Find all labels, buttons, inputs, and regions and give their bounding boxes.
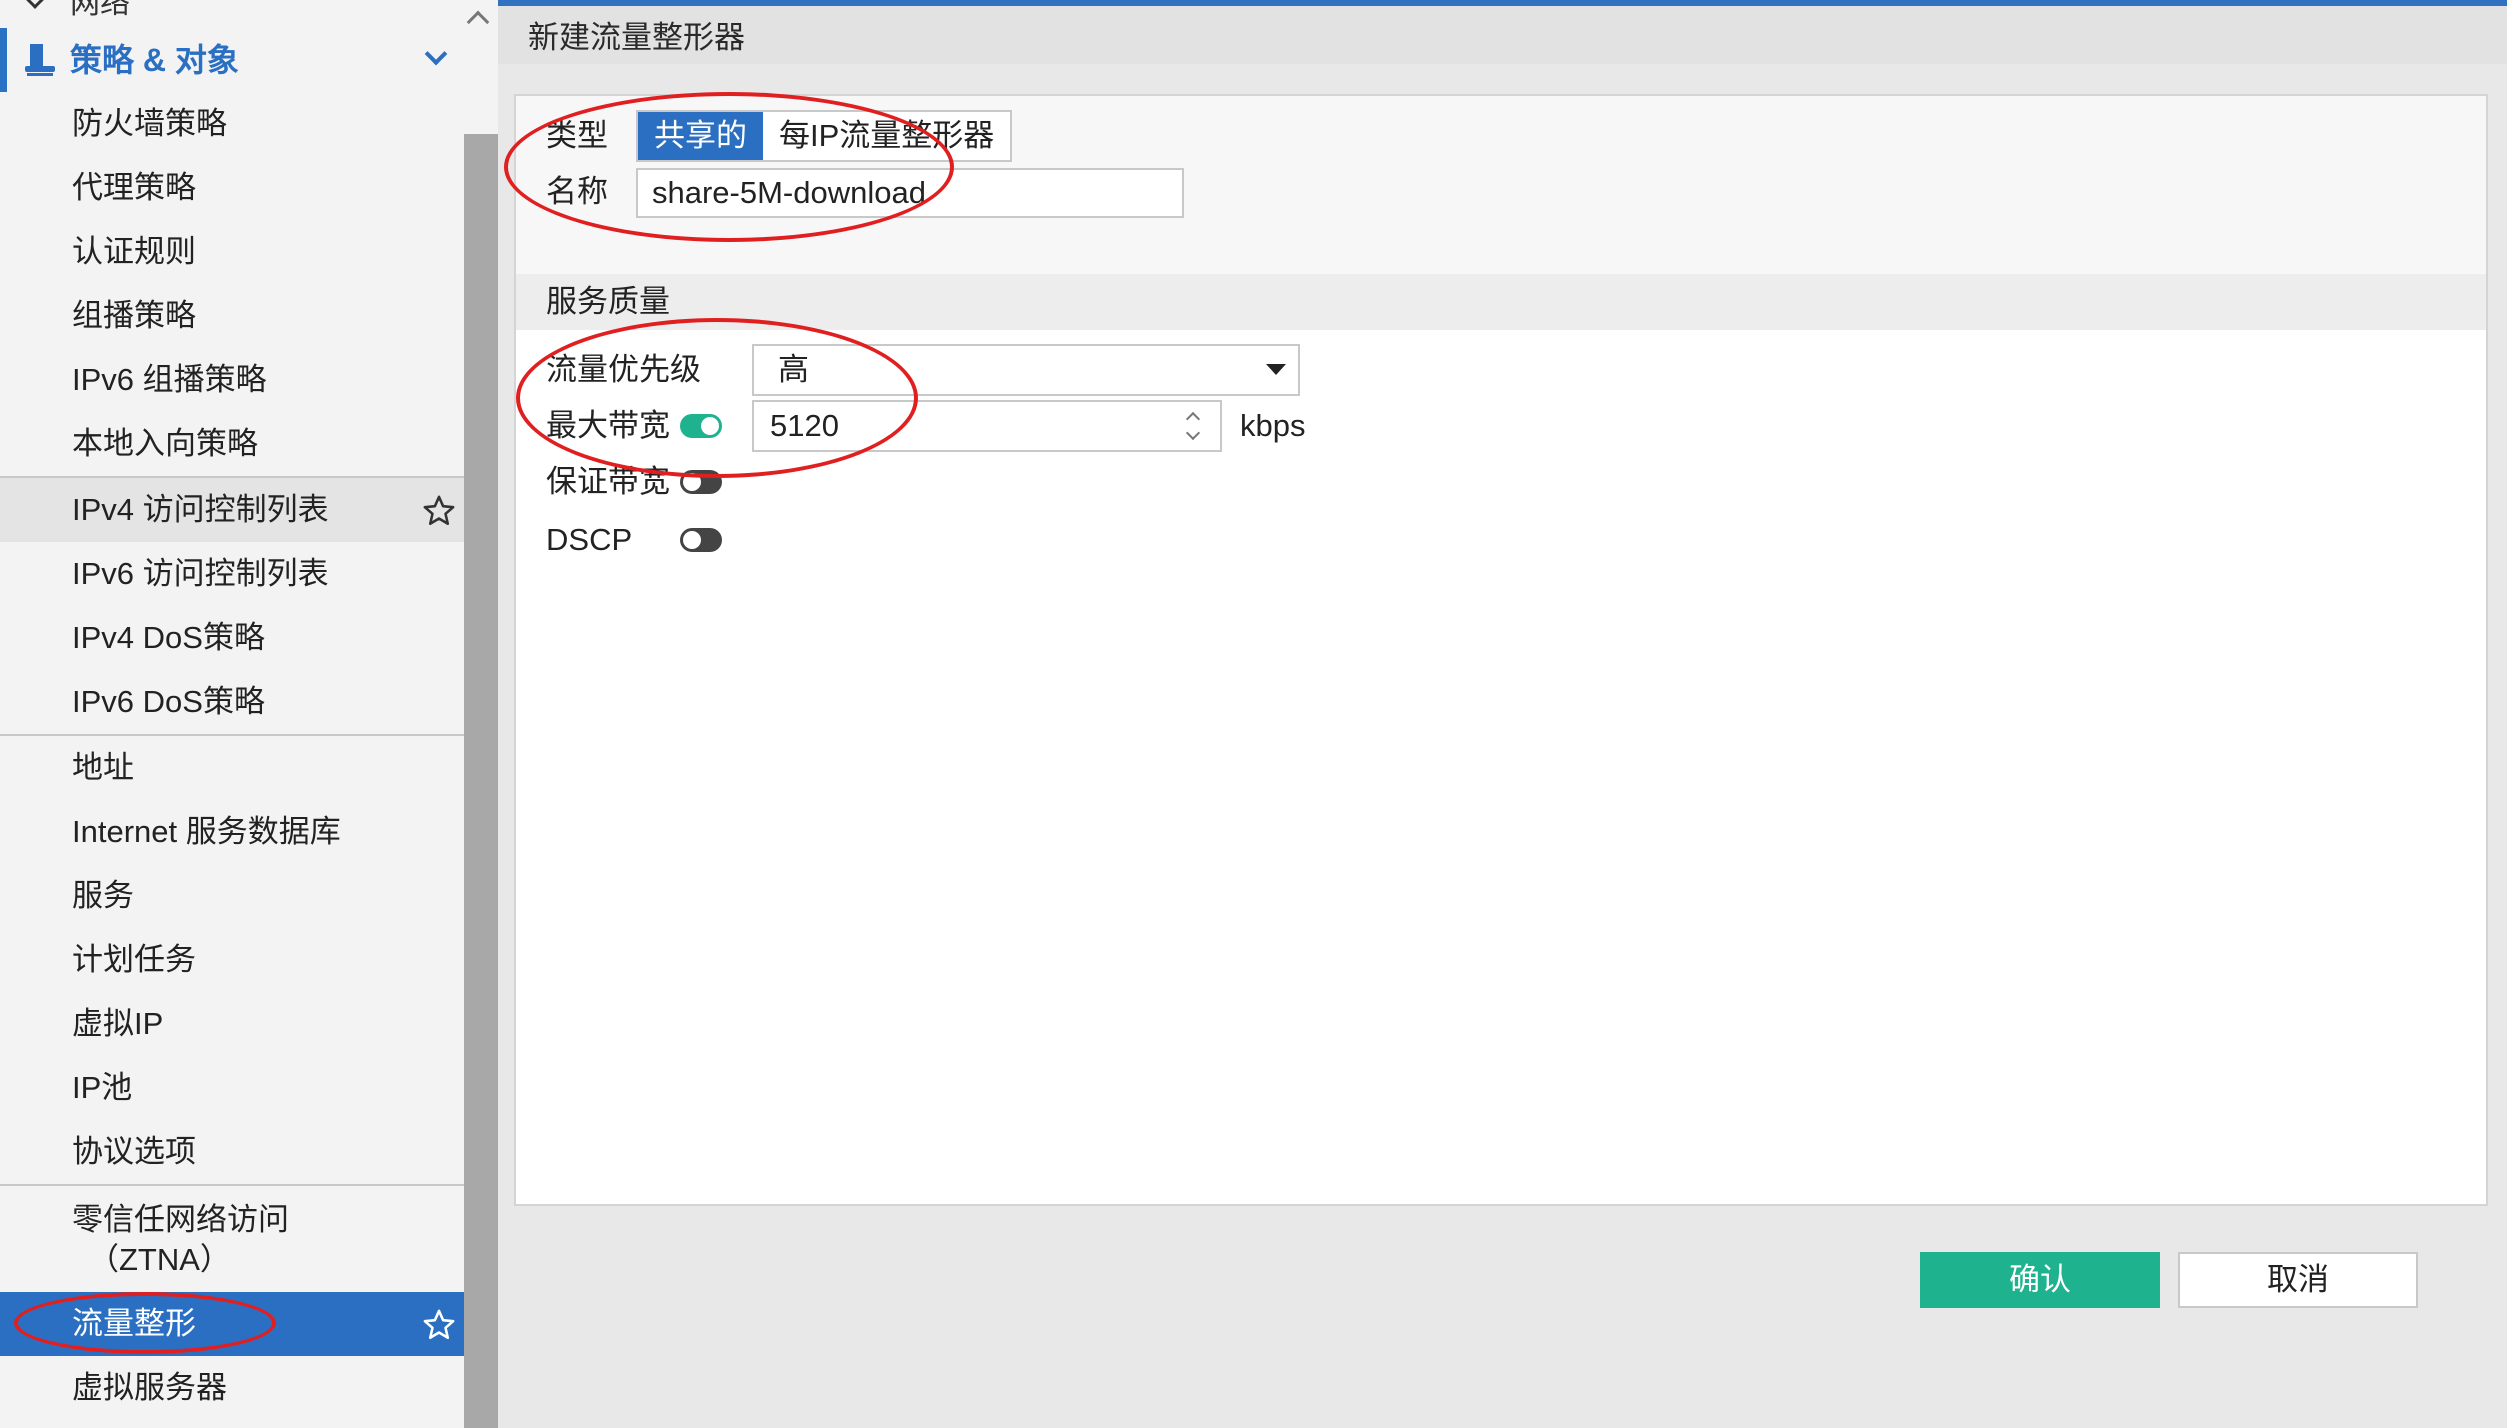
max-bandwidth-unit: kbps (1240, 408, 1306, 443)
name-input[interactable]: share-5M-download (636, 168, 1184, 218)
priority-select[interactable]: 高 (752, 344, 1300, 396)
spin-down-icon[interactable] (1185, 425, 1201, 441)
cancel-button[interactable]: 取消 (2178, 1252, 2418, 1308)
max-bandwidth-toggle[interactable] (680, 414, 722, 438)
active-section-indicator (0, 28, 7, 92)
max-bandwidth-label: 最大带宽 (546, 408, 670, 443)
sidebar-item-ipv4-acl[interactable]: IPv4 访问控制列表 (0, 478, 464, 542)
max-bandwidth-input[interactable]: 5120 (752, 400, 1222, 452)
type-option-per-ip[interactable]: 每IP流量整形器 (763, 112, 1010, 160)
name-label: 名称 (546, 174, 608, 209)
nav-section-title: 策略 & 对象 (70, 42, 239, 78)
sidebar-item-schedules[interactable]: 计划任务 (0, 928, 464, 992)
nav-list: 防火墙策略 代理策略 认证规则 组播策略 IPv6 组播策略 本地入向策略 IP… (0, 92, 464, 1420)
chevron-down-icon[interactable] (424, 42, 448, 66)
nav-section-policy-objects[interactable]: 策略 & 对象 (0, 28, 464, 92)
sidebar-item-virtual-servers[interactable]: 虚拟服务器 (0, 1356, 464, 1420)
sidebar-item-traffic-shaping[interactable]: 流量整形 (0, 1292, 464, 1356)
nav-group-network[interactable]: 网络 (0, 0, 464, 16)
chevron-down-icon (25, 0, 45, 9)
sidebar-item-internet-service-db[interactable]: Internet 服务数据库 (0, 800, 464, 864)
sidebar-item-ipv4-dos-policy[interactable]: IPv4 DoS策略 (0, 606, 464, 670)
dropdown-caret-icon (1266, 364, 1286, 375)
spin-up-icon[interactable] (1185, 411, 1201, 427)
sidebar-item-ipv6-dos-policy[interactable]: IPv6 DoS策略 (0, 670, 464, 734)
sidebar-item-services[interactable]: 服务 (0, 864, 464, 928)
priority-label: 流量优先级 (546, 352, 701, 387)
sidebar-item-multicast-policy[interactable]: 组播策略 (0, 284, 464, 348)
sidebar-scrollbar-thumb[interactable] (464, 134, 498, 1428)
sidebar-item-ipv6-multicast-policy[interactable]: IPv6 组播策略 (0, 348, 464, 412)
qos-section-header: 服务质量 (516, 274, 2486, 330)
shaper-form-panel: 类型 共享的 每IP流量整形器 名称 share-5M-download 服务质… (514, 94, 2488, 1206)
star-icon[interactable] (422, 494, 456, 528)
qos-section-title: 服务质量 (546, 284, 670, 319)
page-title-bar: 新建流量整形器 (498, 6, 2507, 64)
sidebar-item-ipv6-acl[interactable]: IPv6 访问控制列表 (0, 542, 464, 606)
sidebar-item-local-in-policy[interactable]: 本地入向策略 (0, 412, 464, 476)
guaranteed-bandwidth-label: 保证带宽 (546, 464, 670, 499)
sidebar-item-ztna[interactable]: 零信任网络访问 （ZTNA） (0, 1186, 464, 1292)
sidebar-item-ip-pools[interactable]: IP池 (0, 1056, 464, 1120)
sidebar-item-virtual-ip[interactable]: 虚拟IP (0, 992, 464, 1056)
dscp-label: DSCP (546, 522, 633, 557)
sidebar-item-proxy-policy[interactable]: 代理策略 (0, 156, 464, 220)
type-segmented-control: 共享的 每IP流量整形器 (636, 110, 1013, 162)
sidebar-item-protocol-options[interactable]: 协议选项 (0, 1120, 464, 1184)
sidebar: 网络 策略 & 对象 防火墙策略 代理策略 认证规则 组播策略 IPv6 组播策… (0, 0, 464, 1428)
type-option-shared[interactable]: 共享的 (638, 112, 763, 160)
star-icon[interactable] (422, 1308, 456, 1342)
guaranteed-bandwidth-toggle[interactable] (680, 470, 722, 494)
number-spinner[interactable] (1184, 408, 1204, 446)
type-label: 类型 (546, 118, 608, 153)
policy-document-icon (25, 44, 55, 76)
sidebar-item-auth-rules[interactable]: 认证规则 (0, 220, 464, 284)
sidebar-item-firewall-policy[interactable]: 防火墙策略 (0, 92, 464, 156)
ok-button[interactable]: 确认 (1920, 1252, 2160, 1308)
main-content: 新建流量整形器 类型 共享的 每IP流量整形器 名称 share-5M-down… (498, 0, 2507, 1428)
sidebar-item-addresses[interactable]: 地址 (0, 736, 464, 800)
dscp-toggle[interactable] (680, 528, 722, 552)
page-title: 新建流量整形器 (528, 20, 745, 55)
